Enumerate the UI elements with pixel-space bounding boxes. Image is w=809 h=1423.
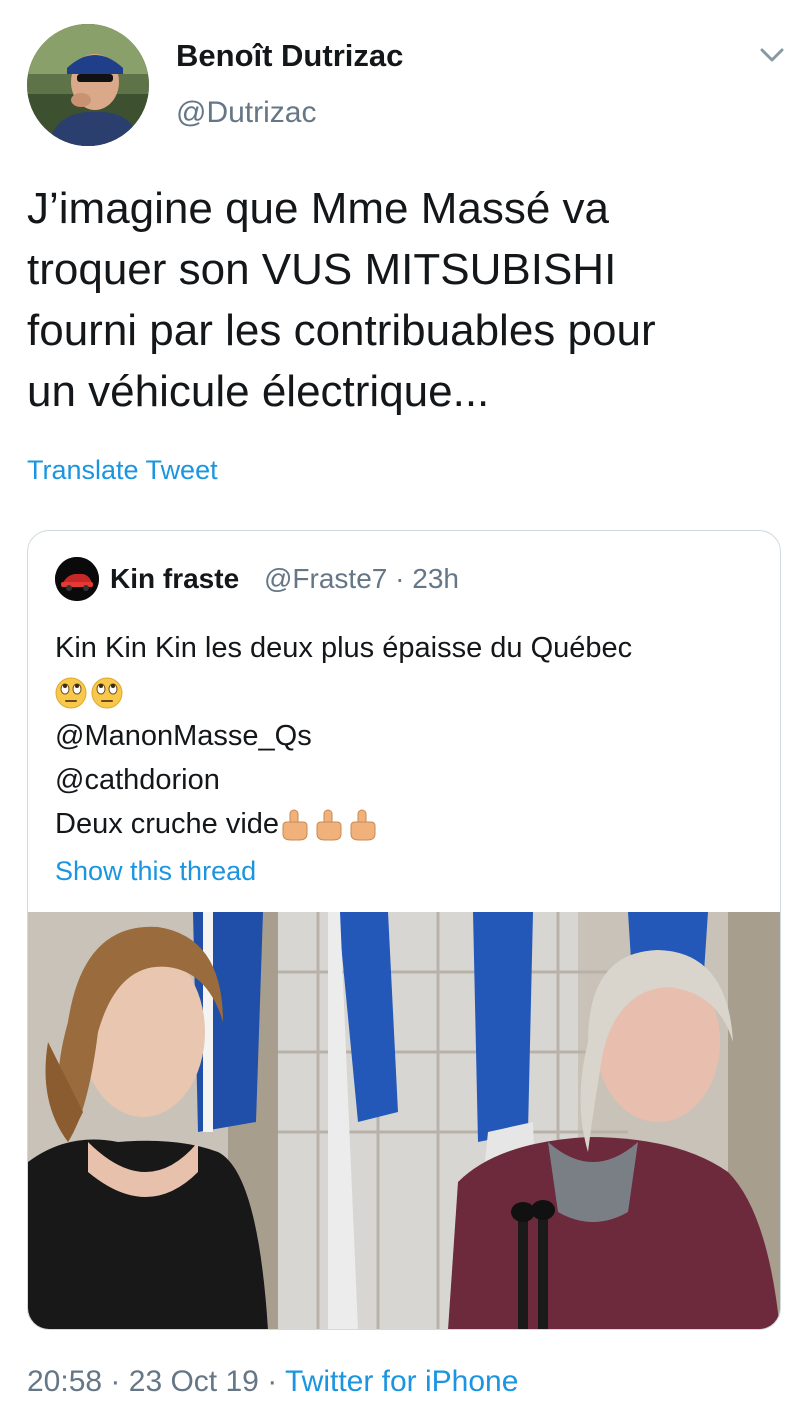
- rolling-eyes-emoji-icon: [55, 677, 123, 709]
- tweet-date[interactable]: 23 Oct 19: [129, 1365, 259, 1398]
- car-icon: [55, 557, 99, 601]
- quoted-timestamp[interactable]: 23h: [412, 563, 459, 594]
- tweet-time[interactable]: 20:58: [27, 1365, 102, 1398]
- rolling-eyes-emoji-line: 🙄🙄: [55, 670, 755, 714]
- tweet-text-line: troquer son VUS MITSUBISHI: [27, 245, 617, 294]
- mention-link[interactable]: @ManonMasse_Qs: [55, 714, 755, 758]
- middle-finger-emoji-icon: [282, 809, 376, 841]
- quoted-author-handle[interactable]: @Fraste7: [264, 563, 387, 594]
- show-thread-link[interactable]: Show this thread: [55, 856, 256, 887]
- mention-link[interactable]: @cathdorion: [55, 758, 755, 802]
- meta-separator: ·: [267, 1365, 278, 1398]
- meta-separator: ·: [110, 1365, 121, 1398]
- author-handle[interactable]: @Dutrizac: [176, 96, 316, 130]
- author-avatar[interactable]: [27, 24, 149, 146]
- quoted-tweet-text: Kin Kin Kin les deux plus épaisse du Qué…: [55, 626, 755, 846]
- quoted-media-image[interactable]: [28, 912, 780, 1329]
- tweet-text-line: un véhicule électrique...: [27, 367, 490, 416]
- tweet-text: J’imagine que Mme Massé va troquer son V…: [27, 178, 787, 422]
- press-conference-photo: [28, 912, 780, 1329]
- translate-tweet-link[interactable]: Translate Tweet: [27, 455, 218, 486]
- quoted-text-line: Kin Kin Kin les deux plus épaisse du Qué…: [55, 632, 633, 664]
- author-avatar-photo: [27, 24, 149, 146]
- tweet-footer-meta: 20:58 · 23 Oct 19 · Twitter for iPhone: [27, 1365, 518, 1399]
- quoted-text-line: Deux cruche vide: [55, 808, 280, 840]
- quoted-text-line-with-emoji: Deux cruche vide: [55, 802, 755, 846]
- quoted-author-meta: @Fraste7 · 23h: [264, 563, 459, 595]
- tweet-text-line: fourni par les contribuables pour: [27, 306, 656, 355]
- meta-separator: ·: [395, 563, 405, 594]
- tweet-source-link[interactable]: Twitter for iPhone: [285, 1365, 518, 1398]
- quoted-author-name[interactable]: Kin fraste: [110, 563, 239, 595]
- quoted-author-avatar[interactable]: [55, 557, 99, 601]
- quoted-tweet-card[interactable]: Kin fraste @Fraste7 · 23h Kin Kin Kin le…: [27, 530, 781, 1330]
- author-name[interactable]: Benoît Dutrizac: [176, 38, 403, 74]
- chevron-down-icon[interactable]: [756, 44, 788, 68]
- tweet-text-line: J’imagine que Mme Massé va: [27, 184, 610, 233]
